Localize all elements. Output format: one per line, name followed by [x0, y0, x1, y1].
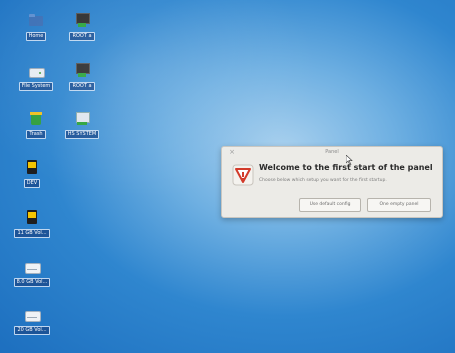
desktop-icon-8gb-volume[interactable]: 8.0 GB Vol... [4, 258, 60, 296]
desktop-icon-label: File System [18, 82, 54, 91]
volume-icon [24, 306, 41, 322]
desktop-icon-label: 11 GB Vol... [14, 229, 50, 238]
desktop-icon-label: DEV [23, 179, 41, 188]
desktop-icon-label: Trash [26, 130, 46, 139]
desktop-icon-label: 8.0 GB Vol... [13, 278, 51, 287]
desktop-icon-label: Home [25, 32, 47, 41]
warning-icon [232, 164, 254, 186]
dialog-description: Choose below which setup you want for th… [259, 178, 387, 183]
desktop-icon-label: 20 GB Vol... [14, 326, 50, 335]
desktop-icon-root-a-2[interactable]: ROOT a [54, 62, 110, 100]
panel-welcome-dialog: × Panel Welcome to the first start of th… [221, 146, 443, 218]
desktop-icon-11gb-volume[interactable]: 11 GB Vol... [4, 209, 60, 247]
usb-drive-icon [24, 159, 40, 175]
folder-icon [28, 12, 44, 28]
mouse-pointer-icon [346, 155, 353, 165]
desktop-background: Home ROOT a File System ROOT a Trash HS … [0, 0, 455, 353]
desktop-icon-label: ROOT a [69, 82, 95, 91]
desktop-icon-hs-system[interactable]: HS SYSTEM [54, 110, 110, 148]
root-drive-icon [74, 12, 90, 28]
desktop-icon-20gb-volume[interactable]: 20 GB Vol... [4, 306, 60, 344]
dialog-title: Panel [325, 149, 339, 155]
drive-icon [28, 62, 45, 78]
desktop-icon-root-a[interactable]: ROOT a [54, 12, 110, 50]
desktop-icon-label: ROOT a [69, 32, 95, 41]
desktop-icon-dev[interactable]: DEV [4, 159, 60, 197]
usb-drive-icon [24, 209, 40, 225]
use-default-config-button[interactable]: Use default config [299, 198, 361, 212]
one-empty-panel-button[interactable]: One empty panel [367, 198, 431, 212]
dialog-titlebar[interactable]: × Panel [222, 147, 442, 159]
trash-icon [28, 110, 44, 126]
desktop-icon-label: HS SYSTEM [64, 130, 100, 139]
system-drive-icon [74, 110, 90, 126]
root-drive-icon [74, 62, 90, 78]
volume-icon [24, 258, 41, 274]
